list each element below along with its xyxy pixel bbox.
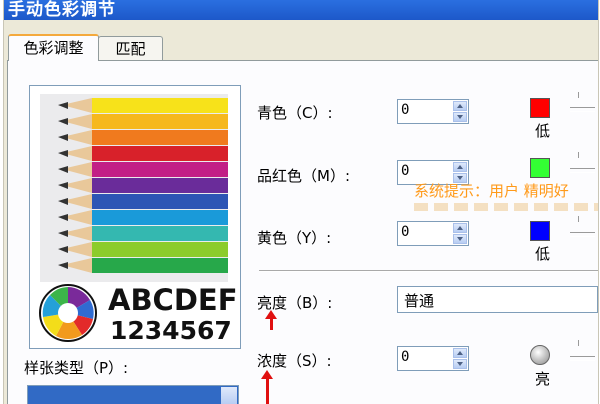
cyan-slider[interactable] xyxy=(570,107,595,112)
brightness-value[interactable]: 普通 xyxy=(404,290,434,311)
red-arrow-annotation xyxy=(261,370,273,404)
spin-up-icon[interactable] xyxy=(453,101,467,111)
magenta-color-swatch xyxy=(530,158,550,178)
slider-tick xyxy=(578,152,579,158)
spin-down-icon[interactable] xyxy=(453,112,467,122)
preview-letters: ABCDEF xyxy=(108,283,238,317)
spin-up-icon[interactable] xyxy=(453,223,467,233)
slider-tick xyxy=(578,92,579,98)
section-divider xyxy=(259,270,598,272)
paper-type-label: 样张类型（P）: xyxy=(24,359,129,377)
preview-digits: 1234567 xyxy=(110,316,232,345)
magenta-label: 品红色（M）: xyxy=(257,167,350,185)
yellow-stepper[interactable]: 0 xyxy=(397,221,469,246)
density-scale-label: 亮 xyxy=(535,370,551,388)
tab-match[interactable]: 匹配 xyxy=(98,36,163,61)
cyan-scale-label: 低 xyxy=(535,122,551,140)
title-bar: 手动色彩调节 xyxy=(4,0,598,20)
color-wheel-icon xyxy=(39,284,97,342)
yellow-value[interactable]: 0 xyxy=(401,224,409,240)
yellow-scale-label: 低 xyxy=(535,245,551,263)
density-label: 浓度（S）: xyxy=(257,352,332,370)
tip-text-fade xyxy=(414,203,598,211)
brightness-circle-icon xyxy=(530,345,550,365)
density-slider[interactable] xyxy=(570,356,595,361)
preview-image: ABCDEF 1234567 xyxy=(29,85,241,349)
magenta-slider[interactable] xyxy=(570,168,595,173)
tab-color-adjust[interactable]: 色彩调整 xyxy=(8,34,99,61)
chevron-down-icon[interactable] xyxy=(221,387,237,404)
dialog-window: 手动色彩调节 色彩调整 匹配 ABCDEF 1234567 样张类型（P）: 青… xyxy=(3,0,599,404)
cyan-value[interactable]: 0 xyxy=(401,102,409,118)
system-tip-text: 系统提示：用户 精明好 xyxy=(414,182,569,200)
window-title: 手动色彩调节 xyxy=(8,0,116,20)
paper-type-select[interactable] xyxy=(27,385,239,404)
yellow-label: 黄色（Y）: xyxy=(257,229,332,247)
yellow-slider[interactable] xyxy=(570,232,595,237)
magenta-value[interactable]: 0 xyxy=(401,163,409,179)
slider-tick xyxy=(578,216,579,222)
spin-down-icon[interactable] xyxy=(453,234,467,244)
spin-up-icon[interactable] xyxy=(453,162,467,172)
pencils-illustration xyxy=(40,94,228,282)
cyan-color-swatch xyxy=(530,98,550,118)
cyan-label: 青色（C）: xyxy=(257,104,333,122)
spin-up-icon[interactable] xyxy=(453,348,467,358)
red-arrow-annotation xyxy=(265,310,277,330)
yellow-color-swatch xyxy=(530,221,550,241)
slider-tick xyxy=(578,340,579,346)
spin-down-icon[interactable] xyxy=(453,359,467,369)
density-value[interactable]: 0 xyxy=(401,349,409,365)
brightness-select[interactable]: 普通 xyxy=(397,286,598,313)
cyan-stepper[interactable]: 0 xyxy=(397,99,469,124)
density-stepper[interactable]: 0 xyxy=(397,346,469,371)
